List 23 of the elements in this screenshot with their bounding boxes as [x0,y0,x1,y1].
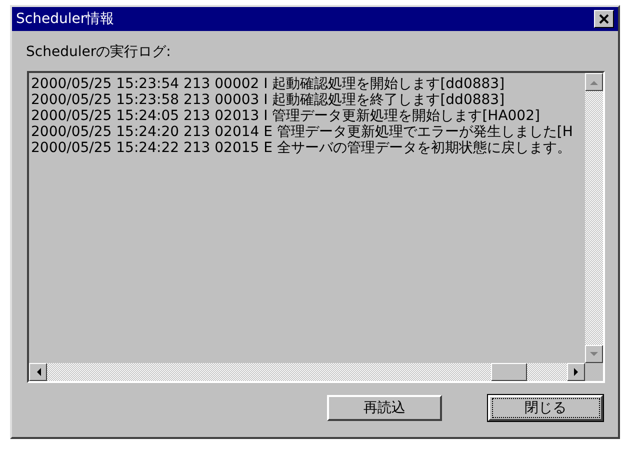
log-line: 2000/05/25 15:24:05 213 02013 I 管理データ更新処理を開始します[HA002] [31,108,541,124]
close-button[interactable] [594,10,614,28]
window-title: Scheduler情報 [16,10,114,28]
scroll-down-button[interactable] [585,345,603,363]
down-arrow-icon [590,352,598,356]
log-line: 2000/05/25 15:24:22 213 02015 E 全サーバの管理データを初期状態に戻します。 [31,140,572,156]
close-icon [598,14,610,24]
log-line: 2000/05/25 15:24:20 213 02014 E 管理データ更新処理でエラーが発生しました[H [31,124,574,140]
log-list[interactable] [27,71,605,383]
right-arrow-icon [574,368,578,376]
scroll-left-button[interactable] [29,363,47,381]
scroll-thumb[interactable] [491,363,527,381]
horizontal-scrollbar[interactable] [29,363,585,381]
scroll-up-button[interactable] [585,73,603,91]
scroll-right-button[interactable] [567,363,585,381]
log-line: 2000/05/25 15:23:54 213 00002 I 起動確認処理を開始します[dd0883] [31,76,506,92]
log-line: 2000/05/25 15:23:58 213 00003 I 起動確認処理を終了します[dd0883] [31,92,506,108]
reload-button[interactable]: 再読込 [327,395,442,421]
up-arrow-icon [590,80,598,84]
log-label: Schedulerの実行ログ: [26,43,172,61]
left-arrow-icon [36,368,40,376]
close-dialog-button[interactable]: 閉じる [488,395,603,421]
vertical-scrollbar[interactable] [585,73,603,363]
